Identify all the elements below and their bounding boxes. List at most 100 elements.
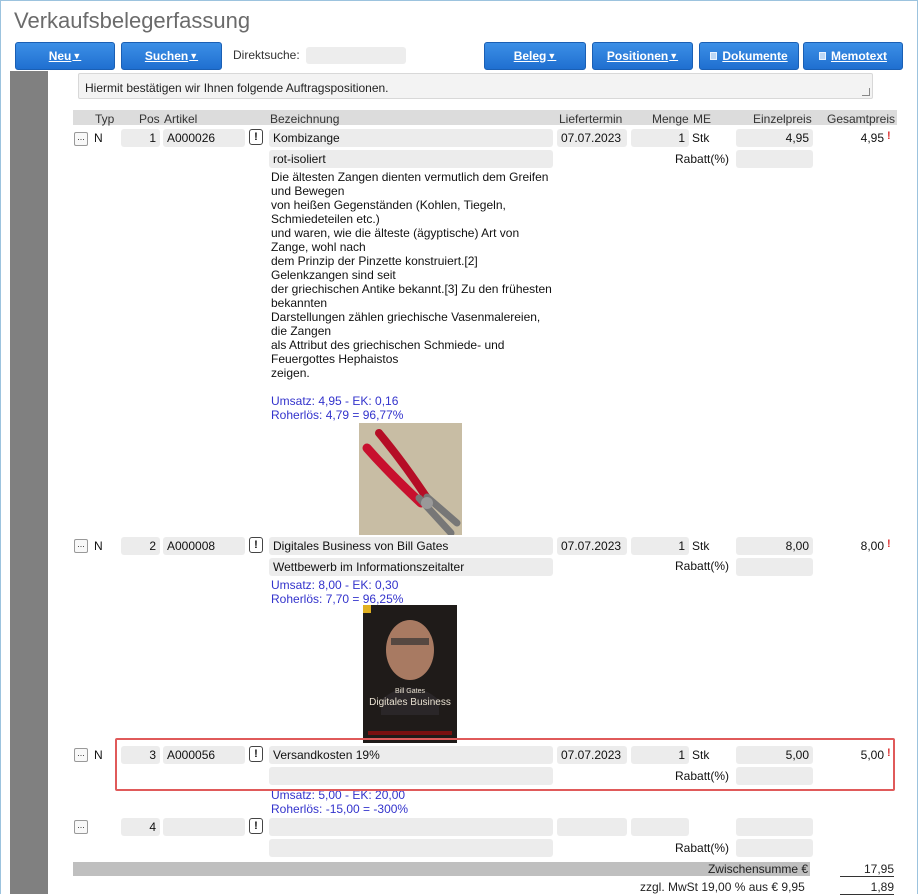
description-line: zeigen.	[271, 366, 310, 380]
vat-label: zzgl. MwSt 19,00 % aus € 9,95	[640, 880, 805, 894]
description-line: dem Prinzip der Pinzette konstruiert.[2]	[271, 254, 478, 268]
row-bezeichnung[interactable]: Kombizange	[269, 129, 553, 147]
row-artikel[interactable]	[163, 818, 245, 836]
col-me: ME	[693, 112, 711, 126]
row-menge[interactable]: 1	[631, 537, 689, 555]
row-bezeichnung2[interactable]: Wettbewerb im Informationszeitalter	[269, 558, 553, 576]
dokumente-button[interactable]: Dokumente	[699, 42, 799, 70]
rabatt-input[interactable]	[736, 558, 813, 576]
article-description: Die ältesten Zangen dienten vermutlich d…	[271, 170, 555, 380]
description-line: Zange, wohl nach	[271, 240, 366, 254]
row-einzelpreis[interactable]	[736, 818, 813, 836]
rabatt-input[interactable]	[736, 839, 813, 857]
subtotal-label: Zwischensumme €	[707, 862, 808, 876]
positionen-button[interactable]: Positionen ▼	[592, 42, 693, 70]
product-image-book: Bill Gates Digitales Business	[363, 605, 457, 743]
row-pos[interactable]: 2	[121, 537, 160, 555]
row-artikel[interactable]: A000026	[163, 129, 245, 147]
col-menge: Menge	[652, 112, 689, 126]
highlight-box	[115, 738, 895, 791]
description-line: als Attribut des griechischen Schmiede- …	[271, 338, 505, 352]
row-bezeichnung2[interactable]: rot-isoliert	[269, 150, 553, 168]
exclamation-icon[interactable]: !	[249, 818, 263, 834]
row-liefertermin[interactable]: 07.07.2023	[557, 129, 627, 147]
row-einzelpreis[interactable]: 4,95	[736, 129, 813, 147]
row-bezeichnung[interactable]: Digitales Business von Bill Gates	[269, 537, 553, 555]
umsatz-info: Umsatz: 8,00 - EK: 0,30	[271, 578, 399, 592]
exclamation-icon[interactable]: !	[249, 537, 263, 553]
document-icon	[818, 52, 826, 60]
row-me: Stk	[692, 131, 710, 145]
dokumente-button-label: Dokumente	[722, 49, 788, 63]
beleg-button[interactable]: Beleg ▼	[484, 42, 586, 70]
row-pos[interactable]: 1	[121, 129, 160, 147]
rabatt-label: Rabatt(%)	[675, 559, 730, 573]
memo-text: Hiermit bestätigen wir Ihnen folgende Au…	[85, 81, 389, 95]
memo-textarea[interactable]: Hiermit bestätigen wir Ihnen folgende Au…	[78, 73, 873, 99]
search-button[interactable]: Suchen ▼	[121, 42, 222, 70]
document-icon	[710, 52, 718, 60]
description-line: Darstellungen zählen griechische Vasenma…	[271, 310, 541, 324]
row-typ: N	[94, 539, 103, 553]
row-menu-button[interactable]: ...	[74, 539, 88, 553]
row-liefertermin[interactable]: 07.07.2023	[557, 537, 627, 555]
row-liefertermin[interactable]	[557, 818, 627, 836]
row-menu-button[interactable]: ...	[74, 820, 88, 834]
col-artikel: Artikel	[164, 112, 198, 126]
col-pos: Pos	[139, 112, 160, 126]
row-me: Stk	[692, 539, 710, 553]
umsatz-info: Umsatz: 4,95 - EK: 0,16	[271, 394, 399, 408]
description-line: bekannten	[271, 296, 328, 310]
row-menu-button[interactable]: ...	[74, 748, 88, 762]
caret-down-icon: ▼	[547, 51, 557, 61]
caret-down-icon: ▼	[72, 51, 82, 61]
rabatt-input[interactable]	[736, 150, 813, 168]
description-line: Gelenkzangen sind seit	[271, 268, 396, 282]
col-bezeichnung: Bezeichnung	[270, 112, 340, 126]
subtotal-value: 17,95	[840, 862, 894, 877]
row-bezeichnung2[interactable]	[269, 839, 553, 857]
product-image-pliers	[359, 423, 462, 535]
description-line: von heißen Gegenständen (Kohlen, Tiegeln…	[271, 198, 506, 212]
row-menu-button[interactable]: ...	[74, 132, 88, 146]
rabatt-label: Rabatt(%)	[675, 841, 730, 855]
description-line: und waren, wie die älteste (ägyptische) …	[271, 226, 520, 240]
row-menge[interactable]: 1	[631, 129, 689, 147]
row-typ: N	[94, 748, 103, 762]
caret-down-icon: ▼	[189, 51, 199, 61]
description-line: Schmiedeteilen etc.)	[271, 212, 380, 226]
description-line: Feuergottes Hephaistos	[271, 352, 399, 366]
rohertrag-info: Roherlös: -15,00 = -300%	[271, 802, 409, 816]
col-liefertermin: Liefertermin	[559, 112, 623, 126]
warning-flag-icon: !	[887, 130, 891, 142]
subtotal-bar	[73, 862, 810, 876]
description-line: die Zangen	[271, 324, 332, 338]
description-line: Die ältesten Zangen dienten vermutlich d…	[271, 170, 549, 184]
row-menge[interactable]	[631, 818, 689, 836]
row-einzelpreis[interactable]: 8,00	[736, 537, 813, 555]
row-artikel[interactable]: A000008	[163, 537, 245, 555]
exclamation-icon[interactable]: !	[249, 129, 263, 145]
rohertrag-info: Roherlös: 4,79 = 96,77%	[271, 408, 404, 422]
search-button-label: Suchen	[144, 49, 189, 63]
new-button[interactable]: Neu ▼	[15, 42, 115, 70]
positionen-button-label: Positionen	[606, 49, 669, 63]
new-button-label: Neu	[48, 49, 72, 63]
col-einzelpreis: Einzelpreis	[753, 112, 812, 126]
warning-flag-icon: !	[887, 538, 891, 550]
rohertrag-info: Roherlös: 7,70 = 96,25%	[271, 592, 404, 606]
memotext-button-label: Memotext	[830, 49, 887, 63]
left-sidebar	[10, 71, 48, 894]
description-line: der griechischen Antike bekannt.[3] Zu d…	[271, 282, 552, 296]
rabatt-label: Rabatt(%)	[675, 152, 730, 166]
resize-grip-icon[interactable]	[862, 88, 870, 96]
vat-value: 1,89	[840, 880, 894, 895]
row-typ: N	[94, 131, 103, 145]
memotext-button[interactable]: Memotext	[803, 42, 903, 70]
book-title: Digitales Business	[369, 697, 451, 708]
direct-search-input[interactable]	[306, 47, 406, 64]
col-typ: Typ	[95, 112, 115, 126]
row-bezeichnung[interactable]	[269, 818, 553, 836]
row-pos[interactable]: 4	[121, 818, 160, 836]
row-gesamtpreis: 4,95	[860, 131, 884, 145]
